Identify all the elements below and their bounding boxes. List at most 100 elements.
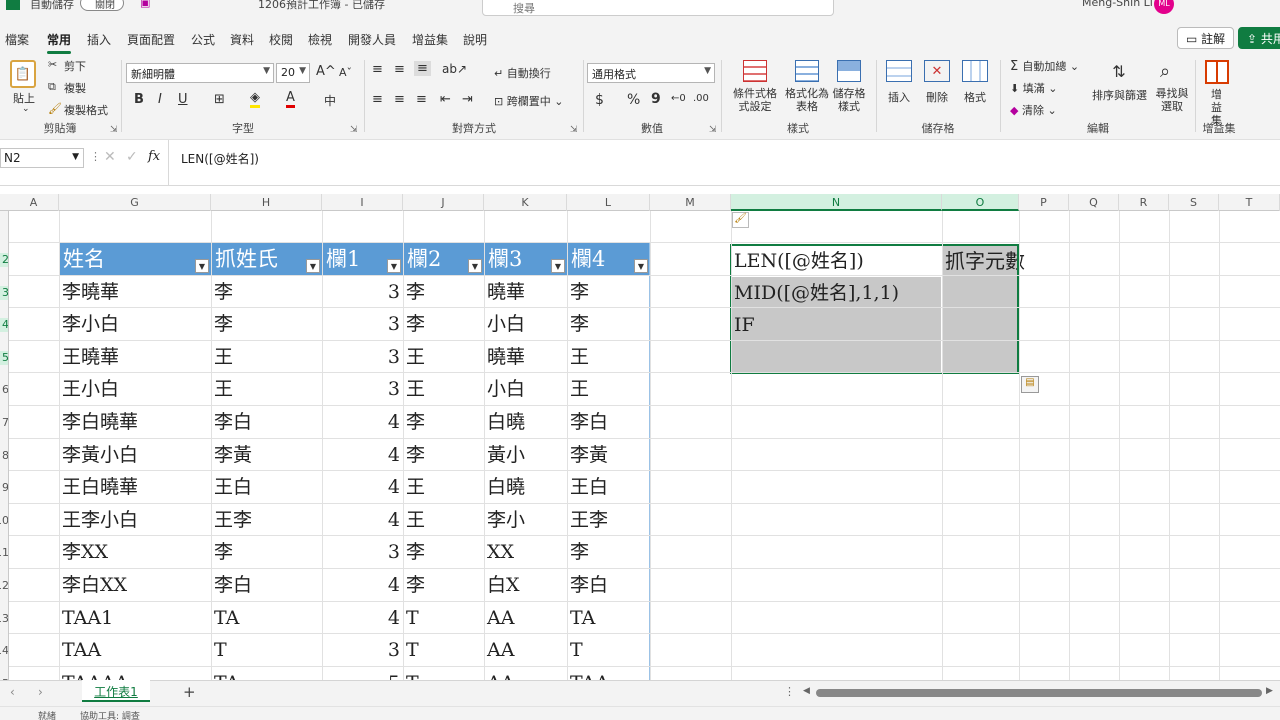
- share-button[interactable]: ⇪ 共用: [1238, 27, 1280, 49]
- filter-dropdown-icon[interactable]: ▼: [306, 258, 320, 273]
- save-icon[interactable]: ▣: [140, 0, 150, 9]
- tab-home[interactable]: 常用: [47, 31, 72, 54]
- table-cell[interactable]: 白曉: [484, 471, 567, 504]
- delete-cells-icon[interactable]: ✕: [924, 60, 950, 82]
- currency-button[interactable]: $: [595, 92, 604, 108]
- name-box[interactable]: N2 ▼: [0, 148, 84, 168]
- clipboard-launcher-icon[interactable]: ⇲: [110, 125, 118, 135]
- paste-icon[interactable]: 📋: [10, 60, 36, 88]
- increase-indent-icon[interactable]: ⇥: [462, 92, 473, 107]
- scroll-right-icon[interactable]: ›: [38, 685, 43, 699]
- column-header-p[interactable]: P: [1019, 194, 1069, 211]
- table-header-cell[interactable]: 姓名 ▼: [59, 243, 211, 276]
- table-cell[interactable]: T: [403, 602, 484, 635]
- table-cell[interactable]: 王: [211, 341, 322, 374]
- column-header-q[interactable]: Q: [1069, 194, 1119, 211]
- format-cells-icon[interactable]: [962, 60, 988, 82]
- column-header-g[interactable]: G: [59, 194, 211, 211]
- row-header-11[interactable]: 11: [0, 546, 8, 560]
- format-painter-icon[interactable]: 🖌: [48, 102, 62, 115]
- tab-review[interactable]: 校閱: [269, 31, 293, 48]
- table-cell[interactable]: 王李小白: [59, 504, 211, 537]
- column-header-h[interactable]: H: [211, 194, 322, 211]
- column-header-s[interactable]: S: [1169, 194, 1219, 211]
- table-cell[interactable]: 小白: [484, 373, 567, 406]
- border-icon[interactable]: ⊞: [214, 92, 225, 107]
- column-header-i[interactable]: I: [322, 194, 403, 211]
- alignment-launcher-icon[interactable]: ⇲: [570, 125, 578, 135]
- cell-styles-icon[interactable]: [837, 60, 861, 82]
- scroll-left-icon[interactable]: ◀: [803, 686, 810, 696]
- sort-filter-button[interactable]: 排序與篩選: [1092, 87, 1147, 103]
- more-options-icon[interactable]: ⋮: [90, 150, 101, 163]
- bold-button[interactable]: B: [134, 92, 144, 107]
- number-launcher-icon[interactable]: ⇲: [709, 125, 717, 135]
- table-cell[interactable]: 李: [403, 406, 484, 439]
- column-header-j[interactable]: J: [403, 194, 484, 211]
- orientation-icon[interactable]: ab↗: [442, 62, 467, 76]
- row-header-13[interactable]: 13: [0, 612, 8, 626]
- table-cell[interactable]: 李: [403, 439, 484, 472]
- conditional-format-icon[interactable]: [743, 60, 767, 82]
- cut-label[interactable]: 剪下: [64, 58, 86, 74]
- phonetic-icon[interactable]: 中: [324, 92, 336, 109]
- scroll-right-icon[interactable]: ▶: [1266, 686, 1273, 696]
- cut-icon[interactable]: ✂: [48, 58, 57, 71]
- table-cell[interactable]: 3: [322, 373, 403, 406]
- row-header-8[interactable]: 8: [0, 449, 8, 463]
- format-as-table-button[interactable]: 格式化為表格: [785, 87, 829, 113]
- column-header-l[interactable]: L: [567, 194, 650, 211]
- table-cell[interactable]: 曉華: [484, 276, 567, 309]
- merge-center-button[interactable]: ⊡ 跨欄置中 ⌄: [494, 93, 563, 109]
- table-cell[interactable]: 3: [322, 308, 403, 341]
- paste-dropdown-icon[interactable]: ⌄: [22, 104, 30, 114]
- table-cell[interactable]: T: [567, 634, 650, 667]
- format-cells-button[interactable]: 格式: [964, 89, 986, 105]
- format-as-table-icon[interactable]: [795, 60, 819, 82]
- filter-dropdown-icon[interactable]: ▼: [195, 258, 209, 273]
- table-cell[interactable]: 李: [567, 276, 650, 309]
- table-cell[interactable]: TAA: [59, 634, 211, 667]
- filter-dropdown-icon[interactable]: ▼: [387, 258, 401, 273]
- sheet-tab-1[interactable]: 工作表1: [82, 680, 150, 702]
- decrease-decimal-icon[interactable]: .00: [693, 93, 709, 104]
- align-center-icon[interactable]: ≡: [394, 92, 405, 107]
- comment-button[interactable]: ▭ 註解: [1177, 27, 1235, 49]
- wrap-text-button[interactable]: ↵ 自動換行: [494, 65, 551, 81]
- filter-dropdown-icon[interactable]: ▼: [468, 258, 482, 273]
- italic-button[interactable]: I: [158, 92, 162, 107]
- table-cell[interactable]: 李: [211, 276, 322, 309]
- table-cell[interactable]: 4: [322, 504, 403, 537]
- table-cell[interactable]: 3: [322, 536, 403, 569]
- align-middle-icon[interactable]: ≡: [394, 62, 405, 77]
- font-launcher-icon[interactable]: ⇲: [350, 125, 358, 135]
- row-header-9[interactable]: 9: [0, 481, 8, 495]
- grow-font-icon[interactable]: A^: [316, 64, 336, 79]
- table-cell[interactable]: 4: [322, 439, 403, 472]
- font-color-icon[interactable]: A: [286, 90, 295, 108]
- table-cell[interactable]: 白X: [484, 569, 567, 602]
- table-cell[interactable]: 白曉: [484, 406, 567, 439]
- table-cell[interactable]: 李曉華: [59, 276, 211, 309]
- clear-button[interactable]: ◆ 清除 ⌄: [1010, 102, 1057, 118]
- shrink-font-icon[interactable]: Aˇ: [339, 66, 352, 79]
- percent-button[interactable]: %: [627, 92, 640, 108]
- addins-icon[interactable]: [1205, 60, 1229, 84]
- table-cell[interactable]: TA: [567, 602, 650, 635]
- decrease-indent-icon[interactable]: ⇤: [440, 92, 451, 107]
- table-cell[interactable]: TAA: [567, 667, 650, 680]
- horizontal-scrollbar[interactable]: [816, 689, 1262, 697]
- align-top-icon[interactable]: ≡: [372, 62, 383, 77]
- table-cell[interactable]: T: [403, 667, 484, 680]
- add-sheet-button[interactable]: +: [183, 683, 196, 701]
- filter-dropdown-icon[interactable]: ▼: [551, 258, 565, 273]
- conditional-format-button[interactable]: 條件式格式設定: [729, 87, 781, 113]
- format-painter-icon[interactable]: 🖌: [732, 212, 749, 228]
- row-header-7[interactable]: 7: [0, 416, 8, 430]
- column-header-r[interactable]: R: [1119, 194, 1169, 211]
- quick-analysis-icon[interactable]: ▤: [1021, 376, 1039, 393]
- table-cell[interactable]: 王白: [567, 471, 650, 504]
- format-painter-label[interactable]: 複製格式: [64, 102, 108, 118]
- tab-insert[interactable]: 插入: [87, 31, 111, 48]
- insert-cells-button[interactable]: 插入: [888, 89, 910, 105]
